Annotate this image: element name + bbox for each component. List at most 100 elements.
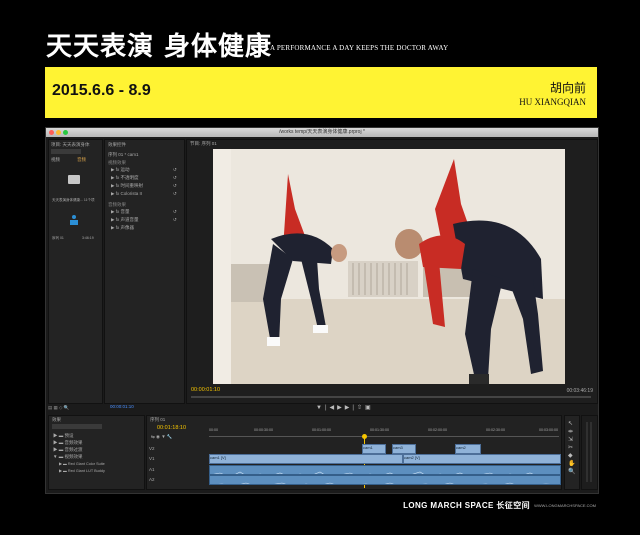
track-label[interactable]: A1	[149, 467, 155, 472]
clip-label: cam1	[363, 445, 373, 450]
clip-label: cam3	[393, 445, 403, 450]
effects-browser-item[interactable]: ▶ ▬ 预设	[53, 433, 74, 439]
effect-opacity[interactable]: ▶ fx 不透明度	[111, 175, 138, 181]
mark-in-icon[interactable]: ▼	[316, 405, 325, 411]
clip-v1[interactable]: cam2 [V]	[403, 454, 561, 464]
effect-time-remap[interactable]: ▶ fx 时间重映射	[111, 183, 143, 189]
project-search[interactable]	[51, 149, 81, 154]
ruler-tick: 00:00:30:00	[254, 428, 273, 432]
clip-v2[interactable]: cam3	[392, 444, 416, 454]
play-icon[interactable]: ▶	[337, 405, 345, 411]
ruler-tick: 00:01:00:00	[312, 428, 331, 432]
clip-label: cam2	[456, 445, 466, 450]
step-forward-icon[interactable]: ▶|	[345, 405, 357, 411]
editor-window: /works temp/天天表演身体健康.prproj * 项目: 天天表演身体…	[45, 127, 599, 494]
gallery-name: LONG MARCH SPACE 长征空间	[403, 501, 530, 510]
audio-clip-a1[interactable]	[209, 465, 561, 475]
waveform	[218, 482, 551, 484]
effects-browser-item[interactable]: ▶ ▬ Red Giant LUT Buddy	[59, 468, 105, 473]
effect-motion[interactable]: ▶ fx 运动	[111, 167, 129, 173]
reset-icon[interactable]: ↺	[173, 175, 177, 181]
sequence-duration: 3:46:19	[82, 236, 94, 240]
project-item-audio[interactable]: 音频	[77, 157, 86, 163]
audio-effects-header: 音频效果	[108, 202, 126, 207]
effects-browser-item[interactable]: ▶ ▬ 音频效果	[53, 440, 83, 446]
effects-browser-tab[interactable]: 效果	[52, 417, 61, 423]
timeline-tab[interactable]: 序列 01	[150, 417, 165, 423]
tool-icons[interactable]: ↖ ⇹ ⇲ ✂ ◆ ✋ 🔍	[568, 420, 575, 476]
effects-browser-item[interactable]: ▶ ▬ 音频过渡	[53, 447, 83, 453]
sequence-label: 序列 01	[52, 236, 64, 240]
effects-timecode[interactable]: 00:00:01:10	[110, 404, 134, 409]
effects-search-input[interactable]	[52, 424, 102, 429]
clip-v1[interactable]: cam1 [V]	[209, 454, 403, 464]
poster-title-en: A PERFORMANCE A DAY KEEPS THE DOCTOR AWA…	[270, 44, 449, 52]
project-panel: 项目: 天天表演身体 视频 音频 天天表演身体健康... 11个项 序列 01 …	[48, 139, 103, 404]
window-title: /works temp/天天表演身体健康.prproj *	[279, 129, 365, 135]
effects-browser-item-label: Red Giant Color Suite	[67, 462, 105, 466]
ruler-tick: 00:02:30:00	[486, 428, 505, 432]
effect-colorista-label: Colorista II	[120, 191, 142, 196]
effect-volume[interactable]: ▶ fx 音量	[111, 209, 129, 215]
ruler-tick: 00:03:00:00	[539, 428, 558, 432]
artist-name-zh: 胡向前	[549, 81, 586, 95]
clip-label: cam1 [V]	[210, 455, 226, 460]
clip-v2[interactable]: cam1	[362, 444, 386, 454]
timeline-ruler[interactable]: 00:00 00:00:30:00 00:01:00:00 00:01:30:0…	[209, 428, 559, 434]
audio-meter	[581, 415, 598, 490]
reset-icon[interactable]: ↺	[173, 167, 177, 173]
program-duration: 00:03:46:19	[566, 388, 593, 394]
export-frame-icon[interactable]: ▣	[365, 405, 374, 411]
video-effects-header: 视频效果	[108, 160, 126, 165]
timeline-panel: 序列 01 00:01:18:10 ⇆ ◉ ▼ 🔧 00:00 00:00:30…	[146, 415, 562, 490]
reset-icon[interactable]: ↺	[173, 183, 177, 189]
effect-channel-volume[interactable]: ▶ fx 声道音量	[111, 217, 138, 223]
video-frame	[213, 149, 565, 384]
effects-browser-item[interactable]: ▶ ▬ Red Giant Color Suite	[59, 461, 105, 466]
effects-browser: 效果 ▶ ▬ 预设 ▶ ▬ 音频效果 ▶ ▬ 音频过渡 ▼ ▬ 视频效果 ▶ ▬…	[48, 415, 145, 490]
ruler-tick: 00:01:30:00	[370, 428, 389, 432]
transport-controls[interactable]: ▼|◀▶▶|⇧▣	[316, 404, 374, 411]
gallery-website: WWW.LONGMARCHSPACE.COM	[534, 503, 596, 508]
effects-browser-item-label: 预设	[64, 433, 74, 438]
bin-label: 天天表演身体健康... 11个项	[52, 198, 95, 202]
effect-controls-source: 序列 01 * cam1	[108, 152, 139, 157]
ruler-tick: 00:02:00:00	[428, 428, 447, 432]
step-back-icon[interactable]: |◀	[325, 405, 337, 411]
effect-channel-volume-label: 声道音量	[120, 217, 139, 222]
clip-v2[interactable]: cam2	[455, 444, 481, 454]
reset-icon[interactable]: ↺	[173, 209, 177, 215]
effects-browser-item-label: 音频过渡	[64, 447, 83, 452]
effect-volume-label: 音量	[120, 209, 130, 214]
effect-controls-panel: 效果控件 序列 01 * cam1 视频效果 ▶ fx 运动 ▶ fx 不透明度…	[104, 139, 185, 404]
effect-controls-tab[interactable]: 效果控件	[108, 142, 126, 148]
performance-still	[213, 149, 565, 384]
project-panel-footer: ▤ ▦ ◇ 🔍	[48, 405, 70, 410]
project-tab[interactable]: 项目: 天天表演身体	[51, 142, 90, 148]
program-scrubber[interactable]	[191, 396, 591, 398]
window-titlebar: /works temp/天天表演身体健康.prproj *	[46, 128, 598, 137]
effect-colorista[interactable]: ▶ fx Colorista II	[111, 191, 142, 197]
artist-name-en: HU XIANGQIAN	[519, 97, 586, 107]
program-current-timecode[interactable]: 00:00:01:10	[191, 387, 220, 393]
reset-icon[interactable]: ↺	[173, 217, 177, 223]
sequence-icon[interactable]	[70, 215, 78, 225]
reset-icon[interactable]: ↺	[173, 191, 177, 197]
track-label[interactable]: A2	[149, 477, 155, 482]
ruler-tick: 00:00	[209, 428, 218, 432]
effect-time-remap-label: 时间重映射	[120, 183, 143, 188]
poster-title-zh: 天天表演 身体健康	[46, 32, 273, 62]
effects-browser-item[interactable]: ▼ ▬ 视频效果	[53, 454, 82, 460]
project-item-video[interactable]: 视频	[51, 157, 60, 163]
effect-panner[interactable]: ▶ fx 声像器	[111, 225, 134, 231]
program-tab[interactable]: 节目: 序列 01	[190, 141, 217, 147]
audio-clip-a2[interactable]	[209, 475, 561, 485]
effects-browser-item-label: 视频效果	[64, 454, 83, 459]
timeline-tools[interactable]: ⇆ ◉ ▼ 🔧	[151, 434, 173, 440]
track-label[interactable]: V1	[149, 456, 155, 461]
timeline-timecode[interactable]: 00:01:18:10	[157, 425, 186, 431]
folder-icon[interactable]	[68, 175, 80, 184]
track-label[interactable]: V2	[149, 446, 155, 451]
effect-opacity-label: 不透明度	[120, 175, 139, 180]
lift-icon[interactable]: ⇧	[357, 405, 365, 411]
